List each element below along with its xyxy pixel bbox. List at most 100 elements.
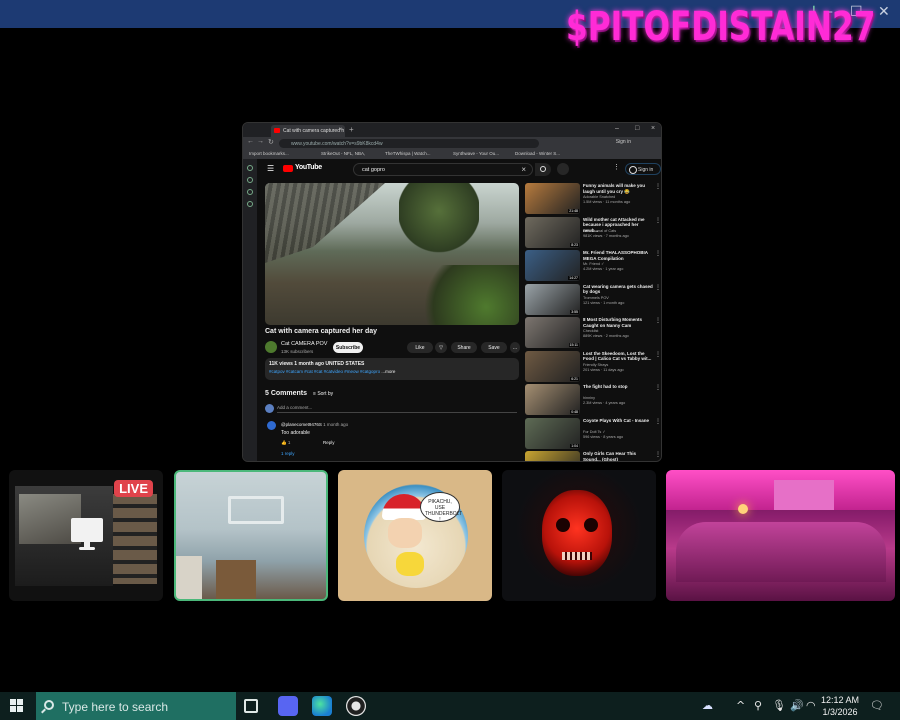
volume-icon[interactable]: 🔊 xyxy=(790,699,804,712)
recommended-title[interactable]: 8 Most Disturbing Moments Caught on Nann… xyxy=(583,317,653,328)
recommended-video[interactable]: 0:48 The fight had to stop hinniny 2.3M vie… xyxy=(525,384,661,416)
comment-username[interactable]: @planecomet9476S xyxy=(281,422,322,427)
more-options-icon[interactable]: ⋮ xyxy=(655,418,661,425)
recommended-title[interactable]: Only Girls Can Hear This Sound... (Ghost… xyxy=(583,451,653,461)
more-options-icon[interactable]: ⋮ xyxy=(655,317,661,324)
view-replies-link[interactable]: 1 reply xyxy=(281,451,295,456)
youtube-logo-text[interactable]: YouTube xyxy=(295,164,322,171)
recommended-title[interactable]: Mr. Friend THALASSOPHOBIA MEGA Compilati… xyxy=(583,250,653,261)
bookmark[interactable]: Download - Winter S... xyxy=(515,151,560,156)
recommended-title[interactable]: Cat wearing camera gets chased by dogs xyxy=(583,284,653,295)
video-player[interactable] xyxy=(265,183,519,325)
youtube-sign-in-button[interactable]: Sign in xyxy=(625,163,661,175)
task-view-icon[interactable] xyxy=(244,699,258,713)
search-icon[interactable] xyxy=(535,163,551,176)
more-options-icon[interactable]: ⋮ xyxy=(655,250,661,257)
comment-like-count[interactable]: 👍 1 xyxy=(281,440,290,446)
recommended-video[interactable]: 8:23 Wild mother cat Attacked me because … xyxy=(525,216,661,249)
recommended-video[interactable]: 3:55 Cat wearing camera gets chased by do… xyxy=(525,283,661,316)
bookmark[interactable]: TheTWhispa | Watch... xyxy=(385,151,431,156)
clear-search-icon[interactable]: × xyxy=(521,165,526,174)
more-options-icon[interactable]: ⋮ xyxy=(655,217,661,224)
discord-icon[interactable] xyxy=(278,696,298,716)
more-actions-icon[interactable]: … xyxy=(510,342,520,353)
forward-icon[interactable]: → xyxy=(257,138,264,145)
bookmark[interactable]: Import bookmarks... xyxy=(249,151,289,156)
network-icon[interactable]: ⚲ xyxy=(754,699,762,712)
participant-tile-bedroom[interactable] xyxy=(666,470,895,601)
comment-author[interactable]: @planecomet9476S 1 month ago xyxy=(281,422,348,427)
recommended-title[interactable]: Coyote Plays With Cat - Insane xyxy=(583,418,653,424)
bookmark[interactable]: StrikeOut - NFL, NBA, xyxy=(321,151,365,156)
video-thumbnail[interactable]: 21:48 xyxy=(525,183,580,214)
video-thumbnail[interactable] xyxy=(525,451,580,461)
bookmark[interactable]: Synthwave - Your Ou... xyxy=(453,151,499,156)
more-options-icon[interactable]: ⋮ xyxy=(655,284,661,291)
channel-name[interactable]: Cat CAMERA POV xyxy=(281,341,327,347)
video-thumbnail[interactable]: 1:04 xyxy=(525,417,580,449)
video-thumbnail[interactable]: 15:11 xyxy=(525,317,580,348)
video-thumbnail[interactable]: 14:27 xyxy=(525,250,580,281)
windows-start-icon[interactable] xyxy=(10,699,24,713)
address-bar[interactable]: www.youtube.com/watch?v=s9bK8kcd4w xyxy=(279,139,539,148)
chevron-up-icon[interactable]: ^ xyxy=(736,699,745,712)
wifi-icon[interactable]: ◠ xyxy=(806,699,816,712)
recommended-video[interactable]: 1:04 Coyote Plays With Cat - Insane For Do… xyxy=(525,417,661,450)
recommended-video[interactable]: 14:27 Mr. Friend THALASSOPHOBIA MEGA Comp… xyxy=(525,250,661,282)
video-thumbnail[interactable]: 3:55 xyxy=(525,283,580,315)
participant-tile-avatar-sticker[interactable]: PIKACHU, USE THUNDERBOLT ! xyxy=(338,470,492,601)
sidebar-icon[interactable] xyxy=(247,189,253,195)
participant-tile-room[interactable] xyxy=(174,470,328,601)
sidebar-icon[interactable] xyxy=(247,177,253,183)
new-tab-icon[interactable]: + xyxy=(349,125,354,134)
shared-screen-browser[interactable]: Cat with camera captured h × + – □ × ← →… xyxy=(242,122,662,462)
participant-tile-mask[interactable] xyxy=(502,470,656,601)
hamburger-menu-icon[interactable]: ☰ xyxy=(267,164,274,173)
reload-icon[interactable]: ↻ xyxy=(268,138,274,146)
video-thumbnail[interactable]: 8:23 xyxy=(525,216,580,248)
weather-icon[interactable]: ☁ xyxy=(702,699,713,712)
sidebar-icon[interactable] xyxy=(247,165,253,171)
browser-sign-in[interactable]: Sign in xyxy=(616,139,631,145)
recommended-title[interactable]: Lost the Skeedoom, Lost the Food | Calic… xyxy=(583,351,653,362)
video-description[interactable]: 11K views 1 month ago UNITED STATES #cat… xyxy=(265,358,519,380)
video-thumbnail[interactable]: 0:48 xyxy=(525,384,580,415)
recommended-title[interactable]: The fight had to stop xyxy=(583,384,653,390)
thumbs-up-icon[interactable]: 👍 xyxy=(281,440,288,445)
taskbar-clock[interactable]: 12:12 AM 1/3/2026 xyxy=(818,694,862,718)
tab-close-icon[interactable]: × xyxy=(338,127,342,133)
recommended-video[interactable]: 21:48 Funny animals will make you laugh u… xyxy=(525,183,661,215)
reply-button[interactable]: Reply xyxy=(323,440,335,445)
browser-minimize-icon[interactable]: – xyxy=(615,125,619,132)
show-more-link[interactable]: ...more xyxy=(381,369,395,374)
more-options-icon[interactable]: ⋮ xyxy=(655,183,661,190)
channel-avatar[interactable] xyxy=(265,341,277,353)
microphone-icon[interactable]: 🎙 xyxy=(772,699,786,712)
browser-tab[interactable]: Cat with camera captured h × xyxy=(271,125,345,137)
dislike-button[interactable]: ▽ xyxy=(435,342,447,353)
save-button[interactable]: Save xyxy=(481,342,507,353)
sort-by-button[interactable]: ≡ Sort by xyxy=(313,391,333,397)
obs-studio-icon[interactable] xyxy=(346,696,366,716)
subscribe-button[interactable]: Subscribe xyxy=(333,342,363,353)
sidebar-icon[interactable] xyxy=(247,201,253,207)
more-options-icon[interactable]: ⋮ xyxy=(655,384,661,391)
hashtag-list[interactable]: #catpov #catcam #cat #cat #catvideo #meo… xyxy=(269,369,380,374)
commenter-avatar[interactable] xyxy=(267,421,276,430)
youtube-search-input[interactable]: cat gopro × xyxy=(353,163,533,176)
recommended-title[interactable]: Funny animals will make you laugh until … xyxy=(583,183,653,194)
close-icon[interactable]: ✕ xyxy=(878,4,890,20)
recommended-video[interactable]: 15:11 8 Most Disturbing Moments Caught on… xyxy=(525,317,661,349)
recommended-video[interactable]: 6:21 Lost the Skeedoom, Lost the Food | C… xyxy=(525,350,661,383)
like-button[interactable]: Like xyxy=(407,342,433,353)
taskbar-search-input[interactable]: Type here to search xyxy=(36,692,236,720)
participant-tile-screenshare[interactable]: LIVE xyxy=(9,470,163,601)
youtube-logo-icon[interactable] xyxy=(283,165,293,172)
more-options-icon[interactable]: ⋮ xyxy=(655,451,661,458)
edge-browser-icon[interactable] xyxy=(312,696,332,716)
share-button[interactable]: Share xyxy=(451,342,477,353)
microphone-icon[interactable] xyxy=(557,163,569,175)
hashtags[interactable]: #catpov #catcam #cat #cat #catvideo #meo… xyxy=(269,369,519,374)
browser-close-icon[interactable]: × xyxy=(651,125,655,132)
more-options-icon[interactable]: ⋮ xyxy=(655,351,661,358)
